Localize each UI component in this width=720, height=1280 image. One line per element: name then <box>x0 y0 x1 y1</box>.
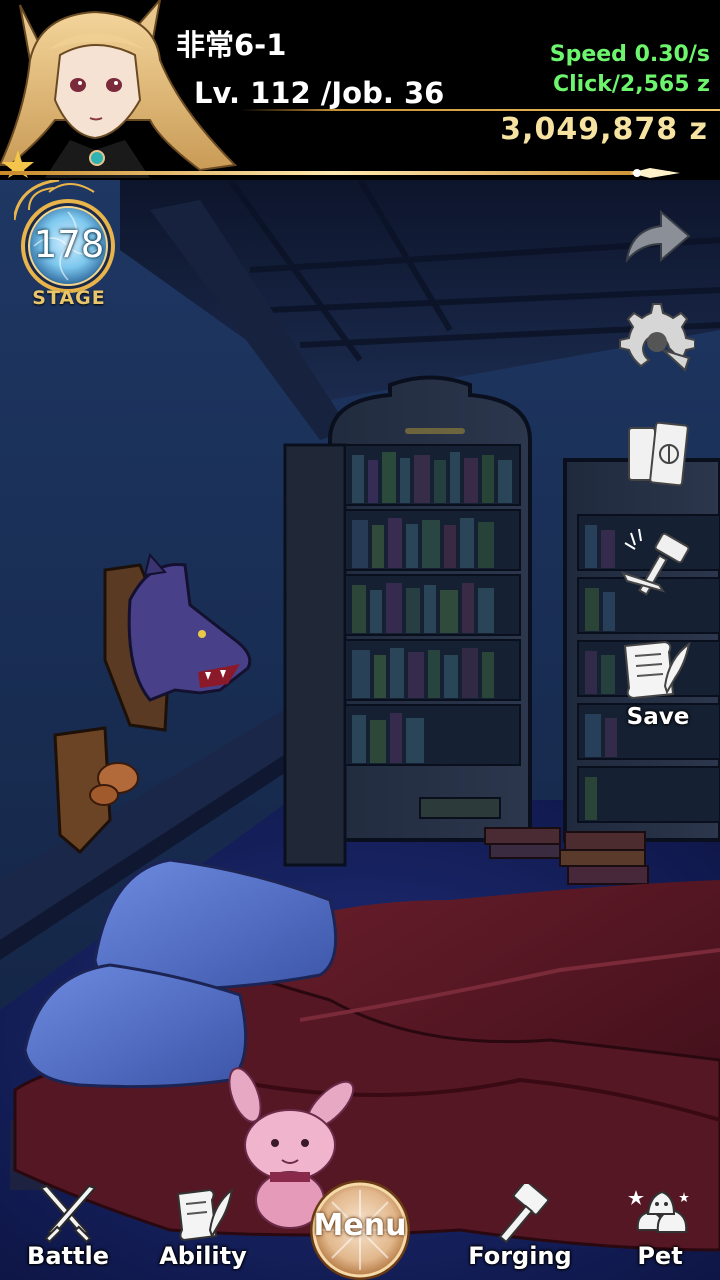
nav-battle[interactable]: Battle <box>20 1180 116 1280</box>
ability-scroll-icon <box>176 1187 234 1242</box>
status-header: 非常6-1 Lv. 112 /Job. 36 Speed 0.30/s Clic… <box>0 0 720 180</box>
zeny-total: 3,049,878 z <box>500 112 708 147</box>
nav-pet[interactable]: Pet <box>615 1180 705 1280</box>
level-job-text: Lv. 112 /Job. 36 <box>194 76 445 110</box>
nav-pet-label: Pet <box>637 1242 683 1270</box>
save-label[interactable]: Save <box>608 704 708 730</box>
save-button[interactable] <box>612 638 702 710</box>
speed-stat: Speed 0.30/s <box>549 42 710 67</box>
forging-tools-icon <box>621 528 690 596</box>
share-arrow-icon <box>625 209 691 264</box>
character-name: 非常6-1 <box>176 28 287 62</box>
books-button[interactable] <box>612 410 702 487</box>
stage-number: 178 <box>33 223 105 266</box>
nav-ability[interactable]: Ability <box>155 1180 251 1280</box>
click-stat: Click/2,565 z <box>553 72 710 97</box>
nav-ability-label: Ability <box>159 1242 247 1270</box>
pet-blobs-icon <box>628 1190 689 1233</box>
share-button[interactable] <box>612 200 702 272</box>
header-divider <box>240 109 720 111</box>
menu-label[interactable]: Menu <box>305 1208 415 1243</box>
hammer-icon <box>498 1184 550 1244</box>
forging-tools-button[interactable] <box>612 525 702 597</box>
save-scroll-icon <box>623 640 691 700</box>
settings-gear-icon <box>619 303 695 372</box>
crossed-swords-icon <box>39 1184 97 1244</box>
game-screen: 非常6-1 Lv. 112 /Job. 36 Speed 0.30/s Clic… <box>0 0 720 1280</box>
nav-forging-label: Forging <box>468 1242 572 1270</box>
nav-battle-label: Battle <box>27 1242 109 1270</box>
books-icon <box>628 421 689 487</box>
stage-label: STAGE <box>32 287 106 309</box>
settings-button[interactable] <box>612 298 702 372</box>
nav-forging[interactable]: Forging <box>465 1180 575 1280</box>
